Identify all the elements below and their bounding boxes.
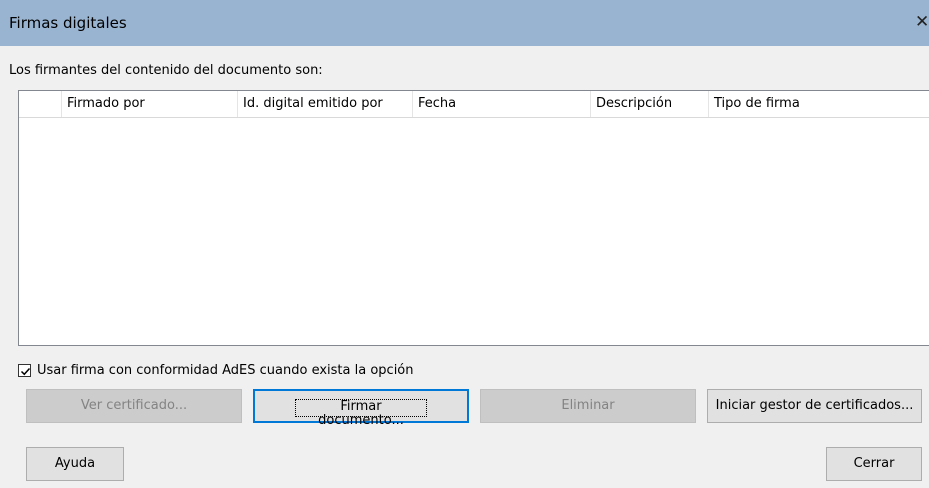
- sign-document-button[interactable]: Firmar documento...: [253, 389, 469, 428]
- close-button[interactable]: Cerrar: [826, 447, 922, 481]
- column-header-status[interactable]: [19, 91, 62, 117]
- help-button[interactable]: Ayuda: [26, 447, 124, 481]
- checkmark-icon: [20, 367, 31, 376]
- column-header-signed-by[interactable]: Firmado por: [62, 91, 238, 117]
- close-icon[interactable]: ✕: [915, 12, 929, 32]
- column-header-date[interactable]: Fecha: [413, 91, 591, 117]
- column-header-description[interactable]: Descripción: [591, 91, 709, 117]
- signatures-table[interactable]: Firmado por Id. digital emitido por Fech…: [18, 90, 929, 346]
- remove-button[interactable]: Eliminar: [480, 389, 696, 423]
- start-certificate-manager-button[interactable]: Iniciar gestor de certificados...: [707, 389, 922, 423]
- title-bar: Firmas digitales ✕: [0, 0, 929, 46]
- column-header-signature-type[interactable]: Tipo de firma: [709, 91, 929, 117]
- signers-intro-label: Los firmantes del contenido del document…: [9, 63, 323, 78]
- ades-checkbox-label: Usar firma con conformidad AdES cuando e…: [37, 363, 414, 378]
- view-certificate-button[interactable]: Ver certificado...: [26, 389, 242, 423]
- column-header-issued-by[interactable]: Id. digital emitido por: [238, 91, 413, 117]
- sign-document-label: Firmar documento...: [295, 399, 427, 428]
- window-title: Firmas digitales: [9, 14, 127, 32]
- ades-checkbox[interactable]: [18, 364, 31, 377]
- table-header: Firmado por Id. digital emitido por Fech…: [19, 91, 929, 118]
